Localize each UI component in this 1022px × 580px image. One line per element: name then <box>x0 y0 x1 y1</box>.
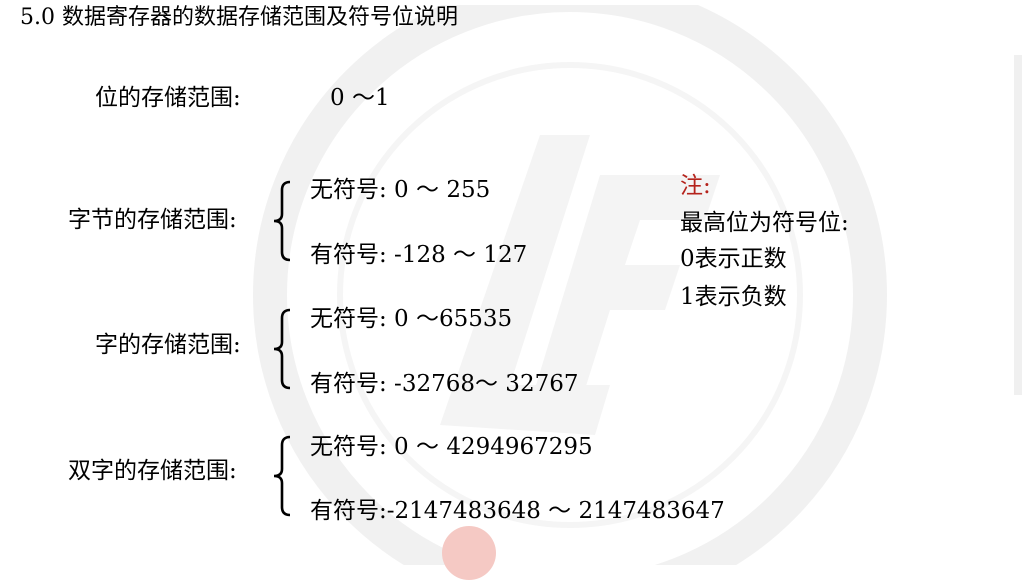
byte-unsigned-range: 无符号: 0 ～ 255 <box>310 177 491 203</box>
bit-range-value: 0 ～1 <box>330 85 390 111</box>
note-line-negative: 1表示负数 <box>680 284 787 310</box>
decorative-circle <box>442 526 496 580</box>
byte-range-label: 字节的存储范围: <box>68 207 237 233</box>
dword-brace-icon <box>273 435 291 517</box>
page-title: 5.0 数据寄存器的数据存储范围及符号位说明 <box>20 5 458 30</box>
byte-signed-range: 有符号: -128 ～ 127 <box>310 242 528 268</box>
word-range-label: 字的存储范围: <box>95 332 241 358</box>
note-line-sign-bit: 最高位为符号位: <box>680 210 849 236</box>
dword-range-label: 双字的存储范围: <box>68 458 237 484</box>
word-brace-icon <box>273 308 291 390</box>
word-unsigned-range: 无符号: 0 ～65535 <box>310 306 513 332</box>
word-signed-range: 有符号: -32768～ 32767 <box>310 371 579 397</box>
bit-range-label: 位的存储范围: <box>95 85 241 111</box>
byte-brace-icon <box>273 180 291 262</box>
dword-signed-range: 有符号:-2147483648 ～ 2147483647 <box>310 498 725 524</box>
note-title: 注: <box>680 173 711 199</box>
scrollbar-track <box>1014 55 1022 395</box>
note-line-positive: 0表示正数 <box>680 246 787 272</box>
dword-unsigned-range: 无符号: 0 ～ 4294967295 <box>310 434 593 460</box>
